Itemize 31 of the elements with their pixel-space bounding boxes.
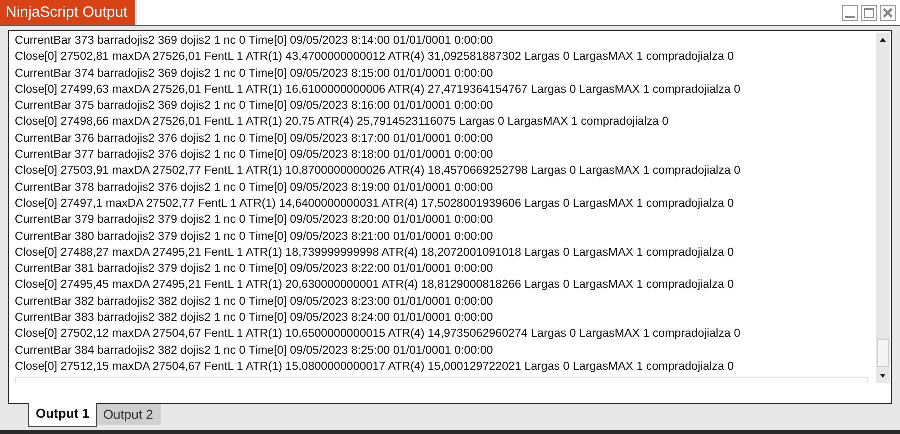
scrollbar[interactable] — [876, 33, 890, 383]
scroll-thumb[interactable] — [877, 339, 889, 367]
close-icon[interactable] — [880, 5, 896, 21]
output-line: CurrentBar 380 barradojis2 379 dojis2 1 nc 0 Time[0] 09/05/2023 8:21:00 01/01/0001 0:00:00 — [15, 228, 494, 245]
scroll-down-icon[interactable] — [879, 373, 887, 379]
tab[interactable]: Output 1 — [28, 403, 98, 427]
minimize-icon[interactable] — [842, 5, 858, 21]
output-line: CurrentBar 379 barradojis2 379 dojis2 1 nc 0 Time[0] 09/05/2023 8:20:00 01/01/0001 0:00:00 — [15, 212, 494, 228]
output-line: Close[0] 27512,15 maxDA 27504,67 FentL 1 ATR(1) 15,0800000000017 ATR(4) 15,000129722021 Largas 0 LargasMAX 1 compradojialza 0 — [15, 358, 736, 375]
output-line: Close[0] 27502,81 maxDA 27526,01 FentL 1 ATR(1) 43,4700000000012 ATR(4) 31,092581887302 Largas 0 LargasMAX 1 compradojialza 0 — [15, 49, 736, 66]
output-line: Close[0] 27498,66 maxDA 27526,01 FentL 1 ATR(1) 20,75 ATR(4) 25,7914523116075 Largas 0 LargasMAX 1 compradojialza 0 — [15, 114, 670, 130]
output-line: CurrentBar 377 barradojis2 376 dojis2 1 nc 0 Time[0] 09/05/2023 8:18:00 01/01/0001 0:00:00 — [15, 147, 494, 164]
output-line: CurrentBar 384 barradojis2 382 dojis2 1 nc 0 Time[0] 09/05/2023 8:25:00 01/01/0001 0:00:00 — [15, 342, 494, 359]
output-line: CurrentBar 381 barradojis2 379 dojis2 1 nc 0 Time[0] 09/05/2023 8:22:00 01/01/0001 0:00:00 — [15, 261, 494, 278]
output-line: CurrentBar 374 barradojis2 369 dojis2 1 nc 0 Time[0] 09/05/2023 8:15:00 01/01/0001 0:00:00 — [15, 66, 494, 82]
output-line: Close[0] 27499,63 maxDA 27526,01 FentL 1 ATR(1) 16,6100000000006 ATR(4) 27,4719364154767 Largas 0 LargasMAX 1 compradojialza 0 — [15, 82, 742, 98]
output-line: CurrentBar 373 barradojis2 369 dojis2 1 nc 0 Time[0] 09/05/2023 8:14:00 01/01/0001 0:00:00 — [15, 33, 494, 49]
output-line: Close[0] 27502,12 maxDA 27504,67 FentL 1 ATR(1) 10,6500000000015 ATR(4) 14,9735062960274 Largas 0 LargasMAX 1 compradojialza 0 — [15, 326, 742, 342]
output-line: CurrentBar 383 barradojis2 382 dojis2 1 nc 0 Time[0] 09/05/2023 8:24:00 01/01/0001 0:00:00 — [15, 310, 494, 326]
output-line: CurrentBar 375 barradojis2 369 dojis2 1 nc 0 Time[0] 09/05/2023 8:16:00 01/01/0001 0:00:00 — [15, 98, 494, 114]
output-line: CurrentBar 376 barradojis2 376 dojis2 1 nc 0 Time[0] 09/05/2023 8:17:00 01/01/0001 0:00:00 — [15, 130, 494, 147]
output-line: CurrentBar 378 barradojis2 376 dojis2 1 nc 0 Time[0] 09/05/2023 8:19:00 01/01/0001 0:00:00 — [15, 180, 494, 196]
maximize-icon[interactable] — [861, 5, 877, 21]
tab[interactable]: Output 2 — [97, 404, 162, 425]
output-line: Close[0] 27497,1 maxDA 27502,77 FentL 1 ATR(1) 14,6400000000031 ATR(4) 17,5028001939606 Largas 0 LargasMAX 1 compradojialza 0 — [15, 196, 736, 212]
window-title: NinjaScript Output — [0, 0, 137, 25]
output-line: Close[0] 27488,27 maxDA 27495,21 FentL 1 ATR(1) 18,739999999998 ATR(4) 18,2072001091018 Largas 0 LargasMAX 1 compradojialza 0 — [15, 244, 736, 261]
output-line: CurrentBar 382 barradojis2 382 dojis2 1 nc 0 Time[0] 09/05/2023 8:23:00 01/01/0001 0:00:00 — [15, 294, 494, 310]
output-line: Close[0] 27503,91 maxDA 27502,77 FentL 1 ATR(1) 10,8700000000026 ATR(4) 18,4570669252798 Largas 0 LargasMAX 1 compradojialza 0 — [15, 163, 742, 180]
scroll-up-icon[interactable] — [879, 37, 887, 43]
output-line: Close[0] 27495,45 maxDA 27495,21 FentL 1 ATR(1) 20,630000000001 ATR(4) 18,8129000818266 Largas 0 LargasMAX 1 compradojialza 0 — [15, 277, 736, 294]
